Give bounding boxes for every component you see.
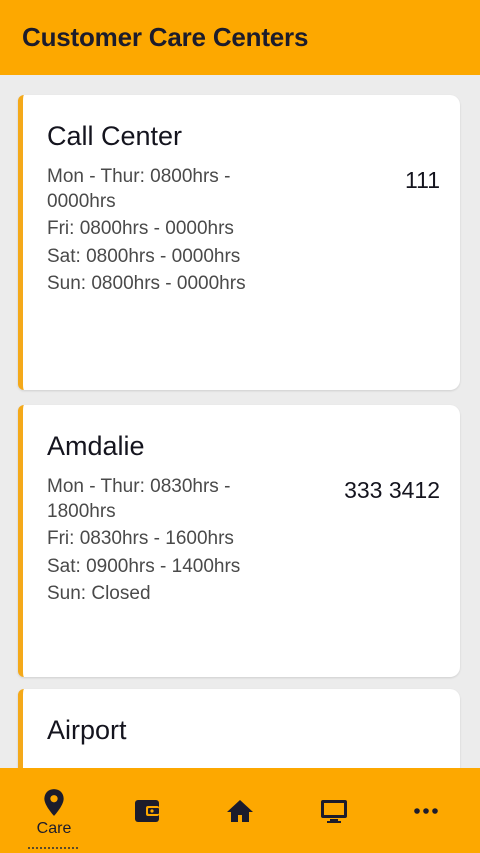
nav-item-wallet[interactable] <box>99 768 195 853</box>
nav-item-more[interactable] <box>378 768 474 853</box>
phone-number[interactable]: 333 3412 <box>344 477 440 504</box>
phone-number[interactable]: 111 <box>405 167 440 194</box>
hours-line: Fri: 0830hrs - 1600hrs <box>47 528 234 549</box>
nav-item-home[interactable] <box>192 768 288 853</box>
care-centers-list[interactable]: Call Center Mon - Thur: 0800hrs - 0000hr… <box>0 75 480 768</box>
app-header: Customer Care Centers <box>0 0 480 75</box>
hours-line: Sat: 0900hrs - 1400hrs <box>47 555 241 577</box>
hours-line: Sun: 0800hrs - 0000hrs <box>47 273 246 294</box>
hours-line: Sat: 0800hrs - 0000hrs <box>47 245 241 267</box>
hours-line: Mon - Thur: 0830hrs - 1800hrs <box>47 476 231 522</box>
nav-item-care[interactable]: Care <box>6 768 102 853</box>
opening-hours: Mon - Thur: 0830hrs - 1800hrs Fri: 0830h… <box>47 475 257 610</box>
page-title: Customer Care Centers <box>22 22 309 52</box>
nav-label-care: Care <box>36 820 72 837</box>
home-icon <box>225 796 255 826</box>
more-dots-icon <box>411 796 441 826</box>
app-screen: Customer Care Centers Call Center Mon - … <box>0 0 480 853</box>
hours-line: Mon - Thur: 0800hrs - 0000hrs <box>47 166 231 212</box>
center-name: Amdalie <box>47 431 145 461</box>
center-card-airport[interactable]: Airport <box>18 689 460 768</box>
hours-line: Sun: Closed <box>47 583 151 604</box>
center-card-amdalie[interactable]: Amdalie Mon - Thur: 0830hrs - 1800hrs Fr… <box>18 405 460 677</box>
opening-hours: Mon - Thur: 0800hrs - 0000hrs Fri: 0800h… <box>47 165 257 300</box>
nav-item-screen[interactable] <box>286 768 382 853</box>
center-name: Call Center <box>47 121 183 151</box>
center-name: Airport <box>47 715 127 745</box>
monitor-icon <box>319 796 349 826</box>
wallet-icon <box>132 796 162 826</box>
hours-line: Fri: 0800hrs - 0000hrs <box>47 218 234 239</box>
center-card-call-center[interactable]: Call Center Mon - Thur: 0800hrs - 0000hr… <box>18 95 460 390</box>
bottom-navigation: Care <box>0 768 480 853</box>
active-indicator <box>28 847 78 850</box>
location-pin-icon <box>39 788 69 818</box>
